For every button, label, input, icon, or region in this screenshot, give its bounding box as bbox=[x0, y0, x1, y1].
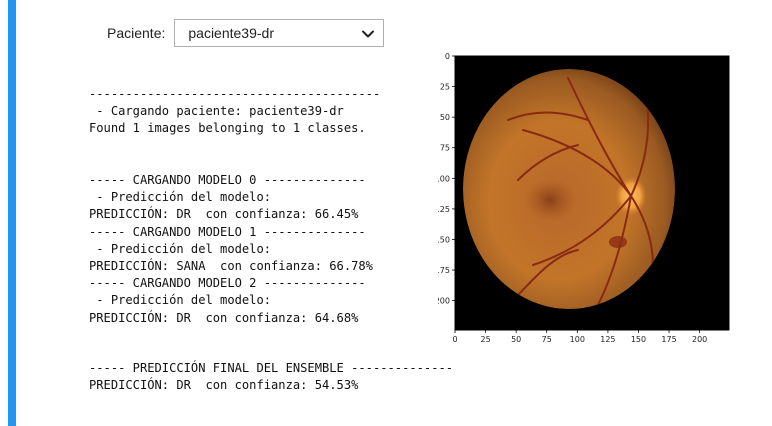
y-tick-label: 25 bbox=[440, 83, 450, 92]
y-tick-label: 200 bbox=[438, 297, 450, 306]
x-tick-label: 0 bbox=[452, 335, 457, 344]
patient-dropdown[interactable]: paciente39-dr bbox=[174, 19, 385, 47]
patient-label: Paciente: bbox=[107, 25, 166, 41]
x-tick-label: 200 bbox=[692, 335, 707, 344]
y-tick-label: 0 bbox=[445, 52, 450, 61]
output-ensemble-block: ----- PREDICCIÓN FINAL DEL ENSEMBLE ----… bbox=[89, 361, 454, 393]
patient-dropdown-value: paciente39-dr bbox=[188, 25, 274, 41]
cell-focus-bar bbox=[8, 0, 16, 426]
x-tick-label: 25 bbox=[480, 335, 490, 344]
y-tick-label: 75 bbox=[440, 144, 450, 153]
patient-selector: Paciente: paciente39-dr bbox=[107, 18, 385, 48]
y-tick-label: 150 bbox=[438, 235, 450, 244]
output-models-block: ----- CARGANDO MODELO 0 -------------- -… bbox=[89, 173, 373, 325]
output-loading-block: ----------------------------------------… bbox=[89, 87, 381, 136]
y-axis-ticks: 0 25 50 75 100 125 150 175 200 bbox=[438, 52, 455, 306]
y-tick-label: 175 bbox=[438, 266, 450, 275]
x-tick-label: 75 bbox=[542, 335, 552, 344]
x-axis-ticks: 0 25 50 75 100 125 150 175 200 bbox=[452, 330, 707, 344]
x-tick-label: 50 bbox=[511, 335, 521, 344]
x-tick-label: 100 bbox=[570, 335, 585, 344]
x-tick-label: 175 bbox=[661, 335, 676, 344]
fundus-image-plot: 0 25 50 75 100 125 150 175 200 0 25 50 75 100 125 150 1… bbox=[438, 52, 730, 344]
y-tick-label: 50 bbox=[440, 113, 450, 122]
y-tick-label: 125 bbox=[438, 205, 450, 214]
x-tick-label: 150 bbox=[631, 335, 646, 344]
chevron-down-icon bbox=[362, 30, 375, 38]
y-tick-label: 100 bbox=[438, 174, 450, 183]
x-tick-label: 125 bbox=[600, 335, 615, 344]
fundus-image bbox=[463, 69, 675, 309]
